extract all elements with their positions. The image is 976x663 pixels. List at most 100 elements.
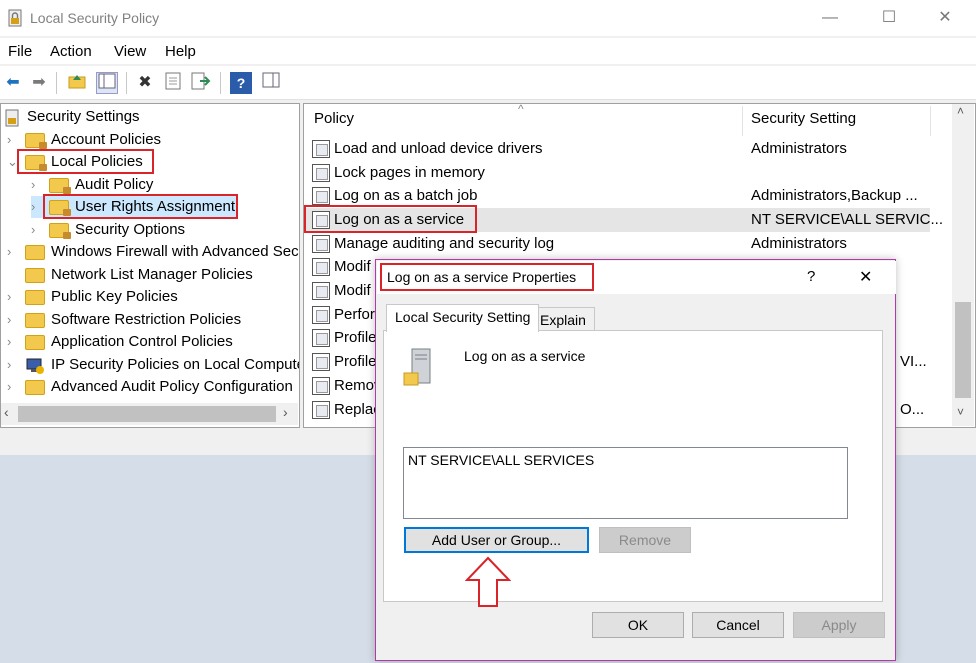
dialog-close-icon[interactable]: ✕ (859, 267, 872, 287)
up-folder-icon[interactable] (66, 72, 88, 94)
toolbar-separator (56, 72, 57, 94)
tree-item-label: Advanced Audit Policy Configuration (51, 378, 293, 395)
back-arrow-icon[interactable]: ⬅ (2, 72, 24, 94)
scroll-right-icon[interactable]: › (283, 404, 288, 420)
toolbar-separator (126, 72, 127, 94)
policy-setting: Administrators,Backup ... (751, 187, 918, 204)
apply-button[interactable]: Apply (793, 612, 885, 638)
policy-name: Replac (334, 401, 381, 418)
tree-item-label: Software Restriction Policies (51, 311, 242, 328)
highlight-log-on-as-a-service (304, 205, 477, 233)
ip-security-icon (25, 357, 45, 382)
policy-setting: O... (900, 401, 925, 418)
chevron-right-icon[interactable]: › (7, 241, 19, 263)
scrollbar-thumb[interactable] (955, 302, 971, 398)
chevron-right-icon[interactable]: › (7, 354, 19, 376)
policy-icon (312, 258, 330, 276)
highlight-user-rights-assignment (43, 194, 238, 219)
policy-name: Modif (334, 282, 371, 299)
toolbar-separator (220, 72, 221, 94)
policy-setting: Administrators (751, 235, 847, 252)
policy-name: Profile (334, 353, 377, 370)
folder-icon (25, 268, 45, 283)
locked-folder-icon (49, 178, 71, 194)
chevron-right-icon[interactable]: › (7, 286, 19, 308)
policy-name: Modif (334, 258, 371, 275)
chevron-right-icon[interactable]: › (7, 331, 19, 353)
chevron-right-icon[interactable]: › (7, 376, 19, 398)
sort-caret-icon: ^ (518, 103, 524, 116)
tab-page: Log on as a service NT SERVICE\ALL SERVI… (383, 330, 883, 602)
locked-folder-icon (25, 133, 47, 149)
policy-icon (312, 140, 330, 158)
policy-icon (312, 306, 330, 324)
scroll-up-icon[interactable]: ˄ (957, 104, 964, 118)
highlight-local-policies (17, 149, 154, 174)
show-action-pane-icon[interactable] (260, 72, 282, 94)
list-row[interactable]: Manage auditing and security log Adminis… (304, 232, 930, 256)
menu-help[interactable]: Help (165, 43, 196, 60)
close-icon[interactable]: ✕ (922, 6, 968, 30)
policy-setting: VI... (900, 353, 927, 370)
policy-name: Profile (334, 329, 377, 346)
chevron-right-icon[interactable]: › (31, 196, 43, 218)
chevron-right-icon[interactable]: › (7, 129, 19, 151)
chevron-right-icon[interactable]: › (31, 174, 43, 196)
highlight-dialog-title (380, 263, 594, 291)
cancel-button[interactable]: Cancel (692, 612, 784, 638)
member-item[interactable]: NT SERVICE\ALL SERVICES (408, 452, 594, 468)
add-user-or-group-button[interactable]: Add User or Group... (404, 527, 589, 553)
export-list-icon[interactable] (190, 72, 212, 94)
delete-icon[interactable]: ✖ (134, 72, 156, 94)
folder-icon (25, 380, 45, 395)
members-listbox[interactable]: NT SERVICE\ALL SERVICES (403, 447, 848, 519)
folder-icon (25, 290, 45, 305)
policy-icon (312, 282, 330, 300)
ok-button[interactable]: OK (592, 612, 684, 638)
dialog-help-icon[interactable]: ? (807, 268, 815, 285)
forward-arrow-icon[interactable]: ➡ (28, 72, 50, 94)
minimize-icon[interactable]: — (807, 6, 853, 30)
policy-icon (312, 164, 330, 182)
policy-icon (312, 401, 330, 419)
policy-name: Perfor (334, 306, 375, 323)
policy-setting: Administrators (751, 140, 847, 157)
menu-file[interactable]: File (8, 43, 32, 60)
chevron-right-icon[interactable]: › (31, 219, 43, 241)
column-divider[interactable] (742, 106, 743, 136)
tab-local-security-setting[interactable]: Local Security Setting (386, 304, 540, 332)
list-row[interactable]: Load and unload device drivers Administr… (304, 137, 930, 161)
chevron-right-icon[interactable]: › (7, 309, 19, 331)
policy-name: Lock pages in memory (334, 164, 485, 181)
tree-item-label: Network List Manager Policies (51, 266, 253, 283)
policy-icon (312, 329, 330, 347)
column-header-policy[interactable]: Policy (314, 110, 354, 127)
column-header-security-setting[interactable]: Security Setting (751, 110, 856, 127)
help-icon[interactable]: ? (230, 72, 252, 94)
menu-view[interactable]: View (114, 43, 146, 60)
maximize-icon[interactable]: ☐ (866, 6, 912, 30)
scroll-down-icon[interactable]: ˅ (957, 405, 964, 419)
tree-root-label: Security Settings (27, 108, 140, 125)
toolbar: ⬅ ➡ ✖ ? (0, 66, 976, 100)
column-divider[interactable] (930, 106, 931, 136)
policy-title: Log on as a service (464, 348, 586, 364)
tree-item-label: Security Options (75, 221, 186, 238)
scrollbar-thumb[interactable] (18, 406, 276, 422)
scroll-left-icon[interactable]: ‹ (4, 404, 9, 420)
show-tree-icon[interactable] (96, 72, 118, 94)
tree-item-label: Audit Policy (75, 176, 154, 193)
window-title: Local Security Policy (30, 10, 160, 26)
policy-icon (312, 235, 330, 253)
policy-icon (312, 377, 330, 395)
tree-item-label: IP Security Policies on Local Computer (51, 356, 300, 373)
policy-name: Load and unload device drivers (334, 140, 543, 157)
menu-action[interactable]: Action (50, 43, 92, 60)
policy-setting: NT SERVICE\ALL SERVIC... (751, 211, 944, 228)
tree-item-label: Application Control Policies (51, 333, 233, 350)
remove-button[interactable]: Remove (599, 527, 691, 553)
tree-item-label: Windows Firewall with Advanced Security (51, 243, 300, 260)
properties-icon[interactable] (162, 72, 184, 94)
list-row[interactable]: Lock pages in memory (304, 161, 930, 185)
policy-name: Manage auditing and security log (334, 235, 555, 252)
